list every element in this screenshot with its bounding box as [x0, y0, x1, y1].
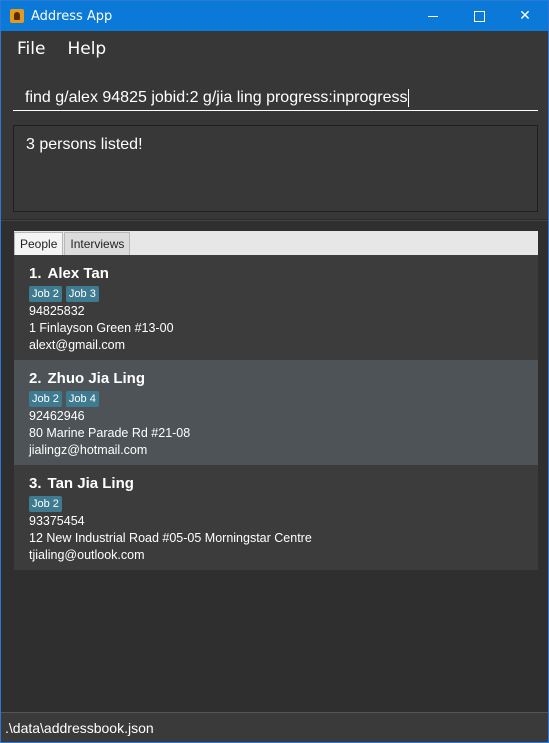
- person-address: 80 Marine Parade Rd #21-08: [29, 426, 191, 440]
- close-button[interactable]: ✕: [502, 1, 548, 31]
- job-tag: Job 3: [65, 286, 99, 302]
- command-box-panel: find g/alex 94825 jobid:2 g/jia ling pro…: [1, 67, 548, 119]
- address-book-icon: [10, 9, 24, 23]
- person-name-row: 1. Alex Tan: [29, 265, 523, 282]
- tag-list: Job 2 Job 4: [29, 391, 523, 407]
- tab-interviews[interactable]: Interviews: [64, 232, 131, 255]
- tab-bar: People Interviews: [14, 231, 538, 255]
- job-tag: Job 2: [29, 391, 62, 407]
- job-tag: Job 2: [29, 496, 62, 512]
- person-email: tjialing@outlook.com: [29, 548, 145, 562]
- person-name: Zhuo Jia Ling: [47, 370, 146, 387]
- title-bar[interactable]: Address App ✕: [1, 1, 548, 31]
- maximize-button[interactable]: [456, 1, 502, 31]
- person-address: 12 New Industrial Road #05-05 Morningsta…: [29, 531, 312, 545]
- person-index: 1.: [29, 265, 42, 282]
- tab-people[interactable]: People: [14, 232, 64, 255]
- app-window: Address App ✕ File Help find g/alex 9482…: [0, 0, 549, 743]
- main-panel: People Interviews 1. Alex Tan Job 2 Job 3…: [1, 220, 548, 713]
- person-email: jialingz@hotmail.com: [29, 443, 148, 457]
- person-phone: 94825832: [29, 304, 85, 318]
- menu-bar: File Help: [1, 31, 548, 67]
- menu-help[interactable]: Help: [67, 39, 106, 59]
- person-name: Alex Tan: [47, 265, 109, 282]
- person-phone: 92462946: [29, 409, 85, 423]
- command-text: find g/alex 94825 jobid:2 g/jia ling pro…: [25, 89, 408, 107]
- result-text: 3 persons listed!: [26, 136, 143, 153]
- minimize-icon: [428, 15, 438, 17]
- command-input[interactable]: find g/alex 94825 jobid:2 g/jia ling pro…: [13, 75, 538, 111]
- person-card[interactable]: 1. Alex Tan Job 2 Job 3 94825832 1 Finlay…: [14, 255, 538, 360]
- job-tag: Job 2: [29, 286, 62, 302]
- person-name: Tan Jia Ling: [47, 475, 134, 492]
- status-bar: .\data\addressbook.json: [1, 712, 548, 742]
- window-title: Address App: [31, 8, 113, 24]
- result-display: 3 persons listed!: [13, 125, 538, 212]
- person-name-row: 3. Tan Jia Ling: [29, 475, 523, 492]
- text-caret: [408, 89, 410, 107]
- person-name-row: 2. Zhuo Jia Ling: [29, 370, 523, 387]
- tag-list: Job 2 Job 3: [29, 286, 523, 302]
- person-list[interactable]: 1. Alex Tan Job 2 Job 3 94825832 1 Finlay…: [14, 255, 538, 570]
- window-controls: ✕: [410, 1, 548, 31]
- person-index: 3.: [29, 475, 42, 492]
- result-panel: 3 persons listed!: [1, 119, 548, 219]
- menu-file[interactable]: File: [17, 39, 45, 59]
- tag-list: Job 2: [29, 496, 523, 512]
- maximize-icon: [473, 10, 485, 22]
- person-phone: 93375454: [29, 514, 85, 528]
- person-index: 2.: [29, 370, 42, 387]
- close-icon: ✕: [519, 8, 531, 24]
- save-location-path: .\data\addressbook.json: [5, 719, 154, 736]
- person-email: alext@gmail.com: [29, 338, 126, 352]
- person-address: 1 Finlayson Green #13-00: [29, 321, 174, 335]
- minimize-button[interactable]: [410, 1, 456, 31]
- job-tag: Job 4: [65, 391, 99, 407]
- person-card[interactable]: 2. Zhuo Jia Ling Job 2 Job 4 92462946 80 …: [14, 360, 538, 465]
- person-card[interactable]: 3. Tan Jia Ling Job 2 93375454 12 New Ind…: [14, 465, 538, 570]
